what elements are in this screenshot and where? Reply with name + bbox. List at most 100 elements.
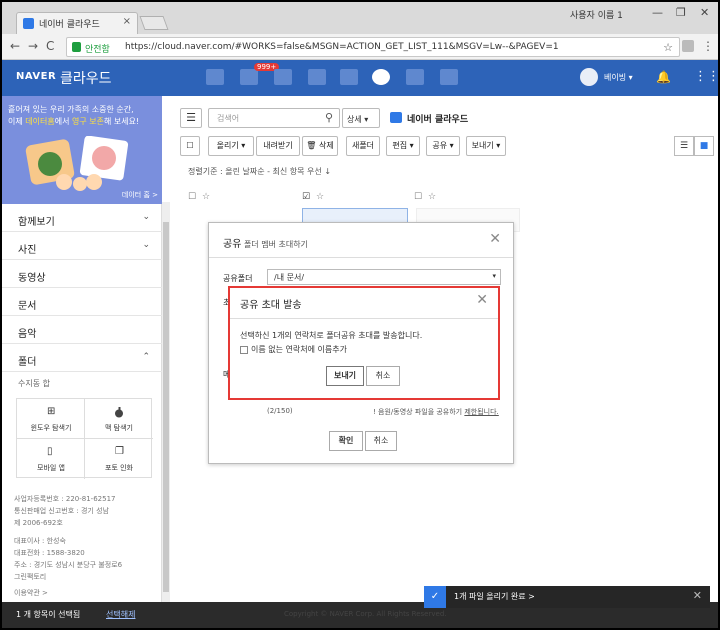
cancel-button[interactable]: 취소 [366, 366, 400, 386]
windows-explorer-tile[interactable]: ⊞ 윈도우 탐색기 [17, 399, 85, 439]
browser-tab[interactable]: 네이버 클라우드 × [16, 12, 138, 34]
send-invite-button[interactable]: 보내기 [326, 366, 364, 386]
username[interactable]: 베이빙 ▾ [604, 72, 633, 83]
apps-grid-icon[interactable]: ⋮⋮⋮ [694, 69, 718, 84]
sort-criteria[interactable]: 정렬기준 : 올린 날짜순 - 최신 항목 우선 ↓ [188, 166, 331, 177]
close-icon[interactable]: ✕ [489, 231, 501, 247]
search-input[interactable]: 검색어 ⚲ [208, 108, 340, 128]
forward-icon[interactable]: → [28, 39, 38, 53]
photo-print-icon: ❐ [115, 446, 124, 457]
favorite-star-icon[interactable]: ☆ [316, 192, 324, 202]
mobile-app-tile[interactable]: ▯ 모바일 앱 [17, 439, 85, 479]
mac-explorer-tile[interactable]: 맥 탐색기 [85, 399, 153, 439]
minimize-icon[interactable]: — [652, 6, 663, 19]
folder-subhead[interactable]: 수지동 합 [18, 378, 50, 389]
confirm-button[interactable]: 확인 [329, 431, 363, 451]
favorite-star-icon[interactable]: ☆ [428, 192, 436, 202]
sidebar-item-music[interactable]: 음악 [2, 318, 162, 344]
close-icon[interactable]: ✕ [693, 589, 702, 602]
close-icon[interactable]: ✕ [476, 292, 488, 308]
chevron-down-icon: ⌄ [142, 212, 150, 222]
naver-logo[interactable]: NAVER [16, 71, 56, 82]
upload-button[interactable]: 올리기 ▾ [208, 136, 254, 156]
detail-search-dropdown[interactable]: 상세 ▾ [342, 108, 380, 128]
file-checkbox[interactable]: ☐ [188, 192, 196, 202]
grid-view-icon[interactable]: ■ [694, 136, 714, 156]
chevron-down-icon: ▾ [492, 272, 496, 280]
cloud-app-icon[interactable] [372, 69, 390, 85]
reload-icon[interactable]: C [46, 39, 54, 53]
search-icon[interactable]: ⚲ [325, 111, 333, 124]
banner-link[interactable]: 데이터 홈 > [122, 190, 158, 200]
sidebar-item-videos[interactable]: 동영상 [2, 262, 162, 288]
edit-button[interactable]: 편집 ▾ [386, 136, 420, 156]
calendar-31-icon[interactable] [274, 69, 292, 85]
footer-line: 제 2006-692호 [14, 519, 63, 527]
calendar-app-icon[interactable] [206, 69, 224, 85]
url-field[interactable]: 안전함 https://cloud.naver.com/#WORKS=false… [66, 37, 680, 57]
deselect-link[interactable]: 선택해제 [106, 609, 135, 620]
memo-app-icon[interactable] [308, 69, 326, 85]
terms-link[interactable]: 이용약관 > [14, 588, 48, 598]
upload-complete-toast[interactable]: ✓ 1개 파일 올리기 완료 > ✕ [424, 586, 710, 608]
member-count: (2/150) [267, 407, 293, 415]
download-button[interactable]: 내려받기 [256, 136, 300, 156]
secure-label: 안전함 [85, 45, 110, 55]
sidebar-item-label: 문서 [18, 301, 37, 312]
maximize-icon[interactable]: ❐ [676, 6, 686, 19]
window-close-icon[interactable]: ✕ [700, 6, 709, 19]
browser-menu-icon[interactable]: ⋮ [702, 39, 714, 53]
tile-label: 맥 탐색기 [105, 424, 133, 432]
favorite-star-icon[interactable]: ☆ [202, 192, 210, 202]
tab-close-icon[interactable]: × [123, 16, 131, 27]
delete-button[interactable]: 🗑 삭제 [302, 136, 338, 156]
footer-line: 대표전화 : 1588-3820 [14, 549, 85, 557]
footer-line: 주소 : 경기도 성남시 분당구 불정로6 [14, 561, 123, 569]
add-name-checkbox[interactable]: 이름 없는 연락처에 이름추가 [240, 344, 347, 355]
sidebar-item-label: 폴더 [18, 357, 37, 368]
breadcrumb[interactable]: 네이버 클라우드 [407, 112, 468, 125]
sidebar-scroll-thumb[interactable] [163, 222, 169, 592]
extension-icon[interactable] [682, 40, 694, 52]
sidebar-item-label: 음악 [18, 329, 37, 340]
search-placeholder: 검색어 [217, 114, 240, 123]
send-invite-dialog: 공유 초대 발송 ✕ 선택하신 1개의 연락처로 폴더공유 초대를 발송합니다.… [228, 286, 500, 400]
shared-folder-select[interactable]: /내 문서/ ▾ [267, 269, 501, 285]
bookmark-star-icon[interactable]: ☆ [663, 41, 673, 54]
tab-title: 네이버 클라우드 [39, 20, 100, 30]
office-app-icon[interactable] [406, 69, 424, 85]
mail-app-icon[interactable] [240, 69, 258, 85]
sidebar-item-folders[interactable]: 폴더 ⌃ [2, 346, 162, 372]
cancel-button[interactable]: 취소 [365, 431, 397, 451]
file-checkbox-checked[interactable]: ☑ [302, 192, 310, 202]
bell-icon[interactable]: 🔔 [656, 70, 671, 84]
share-button[interactable]: 공유 ▾ [426, 136, 460, 156]
avatar[interactable] [580, 68, 598, 86]
divider [209, 257, 513, 258]
sidebar: 흩어져 있는 우리 가족의 소중한 순간, 이제 데이터홈에서 영구 보존해 보… [2, 96, 162, 610]
cloud-folder-icon [390, 112, 402, 123]
contacts-app-icon[interactable] [340, 69, 358, 85]
new-tab-button[interactable] [139, 16, 169, 30]
share-dialog-title: 공유 폴더 멤버 초대하기 [223, 239, 308, 250]
family-photo-illustration [25, 136, 129, 191]
tile-label: 윈도우 탐색기 [30, 424, 72, 432]
toast-message[interactable]: 1개 파일 올리기 완료 > [454, 591, 535, 602]
sidebar-item-documents[interactable]: 문서 [2, 290, 162, 316]
promo-banner[interactable]: 흩어져 있는 우리 가족의 소중한 순간, 이제 데이터홈에서 영구 보존해 보… [2, 96, 162, 204]
list-view-icon[interactable]: ☰ [674, 136, 694, 156]
lock-icon [72, 42, 81, 52]
service-name[interactable]: 클라우드 [60, 68, 112, 88]
select-all-checkbox[interactable]: ☐ [180, 136, 200, 156]
send-button[interactable]: 보내기 ▾ [466, 136, 506, 156]
checkbox-box[interactable] [240, 345, 248, 354]
hamburger-menu-icon[interactable]: ☰ [180, 108, 202, 128]
sidebar-item-together[interactable]: 함께보기 ⌄ [2, 206, 162, 232]
word-app-icon[interactable] [440, 69, 458, 85]
selected-count: 1 개 항목이 선택됨 [16, 610, 81, 619]
new-folder-button[interactable]: 새폴더 [346, 136, 380, 156]
photo-print-tile[interactable]: ❐ 포토 인화 [85, 439, 153, 479]
back-icon[interactable]: ← [10, 39, 20, 53]
sidebar-item-photos[interactable]: 사진 ⌄ [2, 234, 162, 260]
file-checkbox[interactable]: ☐ [414, 192, 422, 202]
